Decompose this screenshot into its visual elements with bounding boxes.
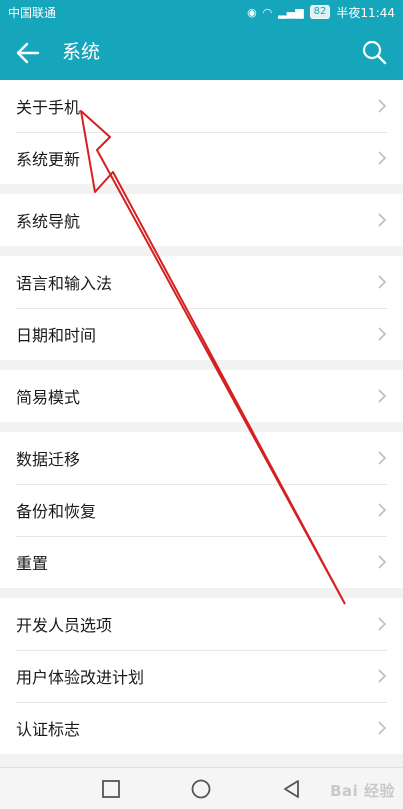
settings-item-label: 认证标志 bbox=[16, 720, 81, 739]
signal-icon: ▂▄▆ bbox=[278, 5, 304, 19]
settings-item-label: 系统更新 bbox=[16, 150, 81, 169]
settings-group: 关于手机 系统更新 bbox=[0, 80, 403, 184]
settings-item-label: 重置 bbox=[16, 554, 49, 573]
settings-item[interactable]: 简易模式 bbox=[0, 370, 403, 422]
status-icons: ◉ ◠ ▂▄▆ 82 半夜11:44 bbox=[247, 4, 395, 21]
home-icon[interactable] bbox=[190, 778, 212, 800]
settings-item[interactable]: 认证标志 bbox=[0, 702, 403, 754]
clock-label: 半夜11:44 bbox=[336, 5, 395, 20]
carrier-label: 中国联通 bbox=[8, 5, 57, 20]
back-triangle-icon[interactable] bbox=[281, 778, 303, 800]
chevron-right-icon bbox=[378, 503, 387, 517]
wifi-icon: ◠ bbox=[262, 5, 273, 19]
settings-item-label: 日期和时间 bbox=[16, 326, 97, 345]
settings-item[interactable]: 备份和恢复 bbox=[0, 484, 403, 536]
chevron-right-icon bbox=[378, 617, 387, 631]
search-icon[interactable] bbox=[361, 39, 387, 65]
settings-item-label: 开发人员选项 bbox=[16, 616, 113, 635]
settings-group: 开发人员选项用户体验改进计划 认证标志 bbox=[0, 598, 403, 754]
chevron-right-icon bbox=[378, 327, 387, 341]
settings-item-label: 语言和输入法 bbox=[16, 274, 113, 293]
chevron-right-icon bbox=[378, 669, 387, 683]
page-title: 系统 bbox=[62, 41, 101, 63]
settings-item[interactable]: 用户体验改进计划 bbox=[0, 650, 403, 702]
settings-item[interactable]: 日期和时间 bbox=[0, 308, 403, 360]
settings-group: 语言和输入法 日期和时间 bbox=[0, 256, 403, 360]
battery-indicator: 82 bbox=[309, 5, 331, 19]
chevron-right-icon bbox=[378, 275, 387, 289]
chevron-right-icon bbox=[378, 451, 387, 465]
eye-icon: ◉ bbox=[247, 5, 257, 19]
status-bar: 中国联通 ◉ ◠ ▂▄▆ 82 半夜11:44 bbox=[0, 0, 403, 24]
settings-item[interactable]: 关于手机 bbox=[0, 80, 403, 132]
chevron-right-icon bbox=[378, 721, 387, 735]
chevron-right-icon bbox=[378, 555, 387, 569]
settings-item[interactable]: 开发人员选项 bbox=[0, 598, 403, 650]
chevron-right-icon bbox=[378, 213, 387, 227]
chevron-right-icon bbox=[378, 151, 387, 165]
settings-item-label: 数据迁移 bbox=[16, 450, 81, 469]
settings-item-label: 关于手机 bbox=[16, 98, 81, 117]
settings-item-label: 用户体验改进计划 bbox=[16, 668, 145, 687]
recent-apps-icon[interactable] bbox=[100, 778, 122, 800]
settings-item[interactable]: 重置 bbox=[0, 536, 403, 588]
settings-item-label: 系统导航 bbox=[16, 212, 81, 231]
toolbar: 系统 bbox=[0, 24, 403, 80]
settings-item[interactable]: 系统更新 bbox=[0, 132, 403, 184]
chevron-right-icon bbox=[378, 389, 387, 403]
settings-item[interactable]: 语言和输入法 bbox=[0, 256, 403, 308]
settings-item[interactable]: 数据迁移 bbox=[0, 432, 403, 484]
settings-group: 数据迁移备份和恢复重置 bbox=[0, 432, 403, 588]
settings-group: 简易模式 bbox=[0, 370, 403, 422]
settings-item-label: 备份和恢复 bbox=[16, 502, 97, 521]
settings-item[interactable]: 系统导航 bbox=[0, 194, 403, 246]
settings-list: 关于手机系统更新系统导航语言和输入法 日期和时间简易模式数据迁移备份和恢复重置开发… bbox=[0, 80, 403, 764]
watermark-logo: Bai 经验 bbox=[330, 782, 395, 800]
back-arrow-icon[interactable] bbox=[14, 39, 42, 67]
chevron-right-icon bbox=[378, 99, 387, 113]
app-header: 中国联通 ◉ ◠ ▂▄▆ 82 半夜11:44 系统 bbox=[0, 0, 403, 80]
settings-group: 系统导航 bbox=[0, 194, 403, 246]
settings-item-label: 简易模式 bbox=[16, 388, 81, 407]
